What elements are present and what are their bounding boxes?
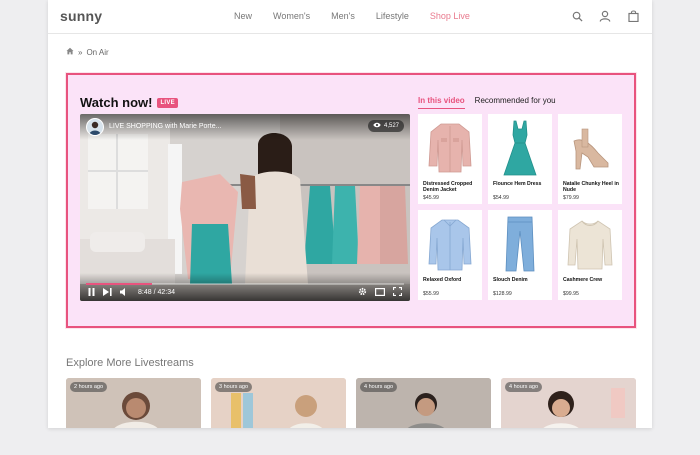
product-price: $54.99 — [493, 195, 509, 201]
settings-gear-icon[interactable] — [358, 283, 367, 301]
nav-item-new[interactable]: New — [234, 11, 252, 21]
product-card[interactable]: Slouch Denim $128.99 — [488, 210, 552, 300]
product-name: Relaxed Oxford — [423, 277, 462, 283]
home-icon[interactable] — [66, 47, 74, 57]
product-price: $45.99 — [423, 195, 439, 201]
user-icon[interactable] — [598, 9, 612, 23]
progress-bar[interactable] — [86, 283, 404, 285]
nav-item-men[interactable]: Men's — [331, 11, 355, 21]
search-icon[interactable] — [570, 9, 584, 23]
livestream-card[interactable]: 4 hours ago — [501, 378, 636, 428]
product-card[interactable]: Natalie Chunky Heel in Nude $79.99 — [558, 114, 622, 204]
product-price: $55.99 — [423, 291, 439, 297]
livestream-card[interactable]: 2 hours ago — [66, 378, 201, 428]
logo[interactable]: sunny — [60, 8, 102, 24]
tab-recommended[interactable]: Recommended for you — [475, 96, 556, 109]
product-card[interactable]: Relaxed Oxford $55.99 — [418, 210, 482, 300]
streamer-avatar[interactable] — [86, 118, 104, 136]
page: sunny New Women's Men's Lifestyle Shop L… — [48, 0, 652, 428]
sweater-icon — [564, 214, 616, 274]
header-icons — [570, 9, 640, 23]
product-card[interactable]: Flounce Hem Dress $54.99 — [488, 114, 552, 204]
eye-icon — [373, 122, 381, 130]
nav-item-women[interactable]: Women's — [273, 11, 310, 21]
product-price: $79.99 — [563, 195, 579, 201]
video-time: 8:48 / 42:34 — [138, 288, 175, 296]
video-title: LIVE SHOPPING with Marie Porte... — [109, 123, 222, 130]
stream-time-badge: 4 hours ago — [505, 382, 543, 392]
live-section: Watch now! LIVE LIVE SHOPPING with Marie… — [66, 73, 636, 328]
product-name: Cashmere Crew — [563, 277, 603, 283]
main-nav: New Women's Men's Lifestyle Shop Live — [234, 11, 491, 21]
video-controls: 8:48 / 42:34 — [88, 286, 403, 297]
dress-icon — [494, 118, 546, 178]
stream-time-badge: 2 hours ago — [70, 382, 108, 392]
livestream-card[interactable]: 4 hours ago — [356, 378, 491, 428]
product-name: Natalie Chunky Heel in Nude — [563, 181, 619, 193]
skip-next-icon[interactable] — [103, 288, 112, 296]
stream-time-badge: 3 hours ago — [215, 382, 253, 392]
heel-icon — [564, 118, 616, 178]
jeans-icon — [494, 214, 546, 274]
product-price: $128.99 — [493, 291, 512, 297]
nav-item-lifestyle[interactable]: Lifestyle — [376, 11, 409, 21]
product-tabs: In this video Recommended for you — [418, 96, 556, 109]
stream-time-badge: 4 hours ago — [360, 382, 398, 392]
livestream-card[interactable]: 3 hours ago — [211, 378, 346, 428]
product-price: $99.95 — [563, 291, 579, 297]
product-name: Flounce Hem Dress — [493, 181, 542, 187]
header: sunny New Women's Men's Lifestyle Shop L… — [48, 0, 652, 34]
product-card[interactable]: Cashmere Crew $99.95 — [558, 210, 622, 300]
watch-title: Watch now! LIVE — [80, 95, 178, 110]
video-player[interactable]: LIVE SHOPPING with Marie Porte... 4,527 — [80, 114, 410, 301]
explore-title: Explore More Livestreams — [66, 357, 194, 369]
bag-icon[interactable] — [626, 9, 640, 23]
view-count-value: 4,527 — [383, 123, 399, 129]
live-badge: LIVE — [157, 97, 178, 108]
product-card[interactable]: Distressed Cropped Denim Jacket $45.99 — [418, 114, 482, 204]
breadcrumb-current: On Air — [86, 47, 109, 57]
volume-icon[interactable] — [120, 288, 128, 296]
progress-fill — [86, 283, 152, 285]
nav-item-shop-live[interactable]: Shop Live — [430, 11, 470, 21]
product-name: Slouch Denim — [493, 277, 528, 283]
tab-in-this-video[interactable]: In this video — [418, 96, 465, 109]
product-grid: Distressed Cropped Denim Jacket $45.99 F… — [418, 114, 622, 300]
breadcrumb: » On Air — [66, 47, 109, 57]
watch-heading: Watch now! — [80, 95, 153, 110]
jacket-icon — [424, 118, 476, 178]
pause-icon[interactable] — [88, 288, 95, 296]
view-count: 4,527 — [367, 120, 404, 132]
video-controls-right — [358, 283, 403, 301]
shirt-icon — [424, 214, 476, 274]
livestream-list: 2 hours ago 3 hours ago 4 hours ago 4 ho… — [66, 378, 636, 428]
theater-mode-icon[interactable] — [375, 283, 386, 301]
fullscreen-icon[interactable] — [392, 283, 403, 301]
product-name: Distressed Cropped Denim Jacket — [423, 181, 473, 193]
breadcrumb-separator: » — [78, 47, 83, 57]
